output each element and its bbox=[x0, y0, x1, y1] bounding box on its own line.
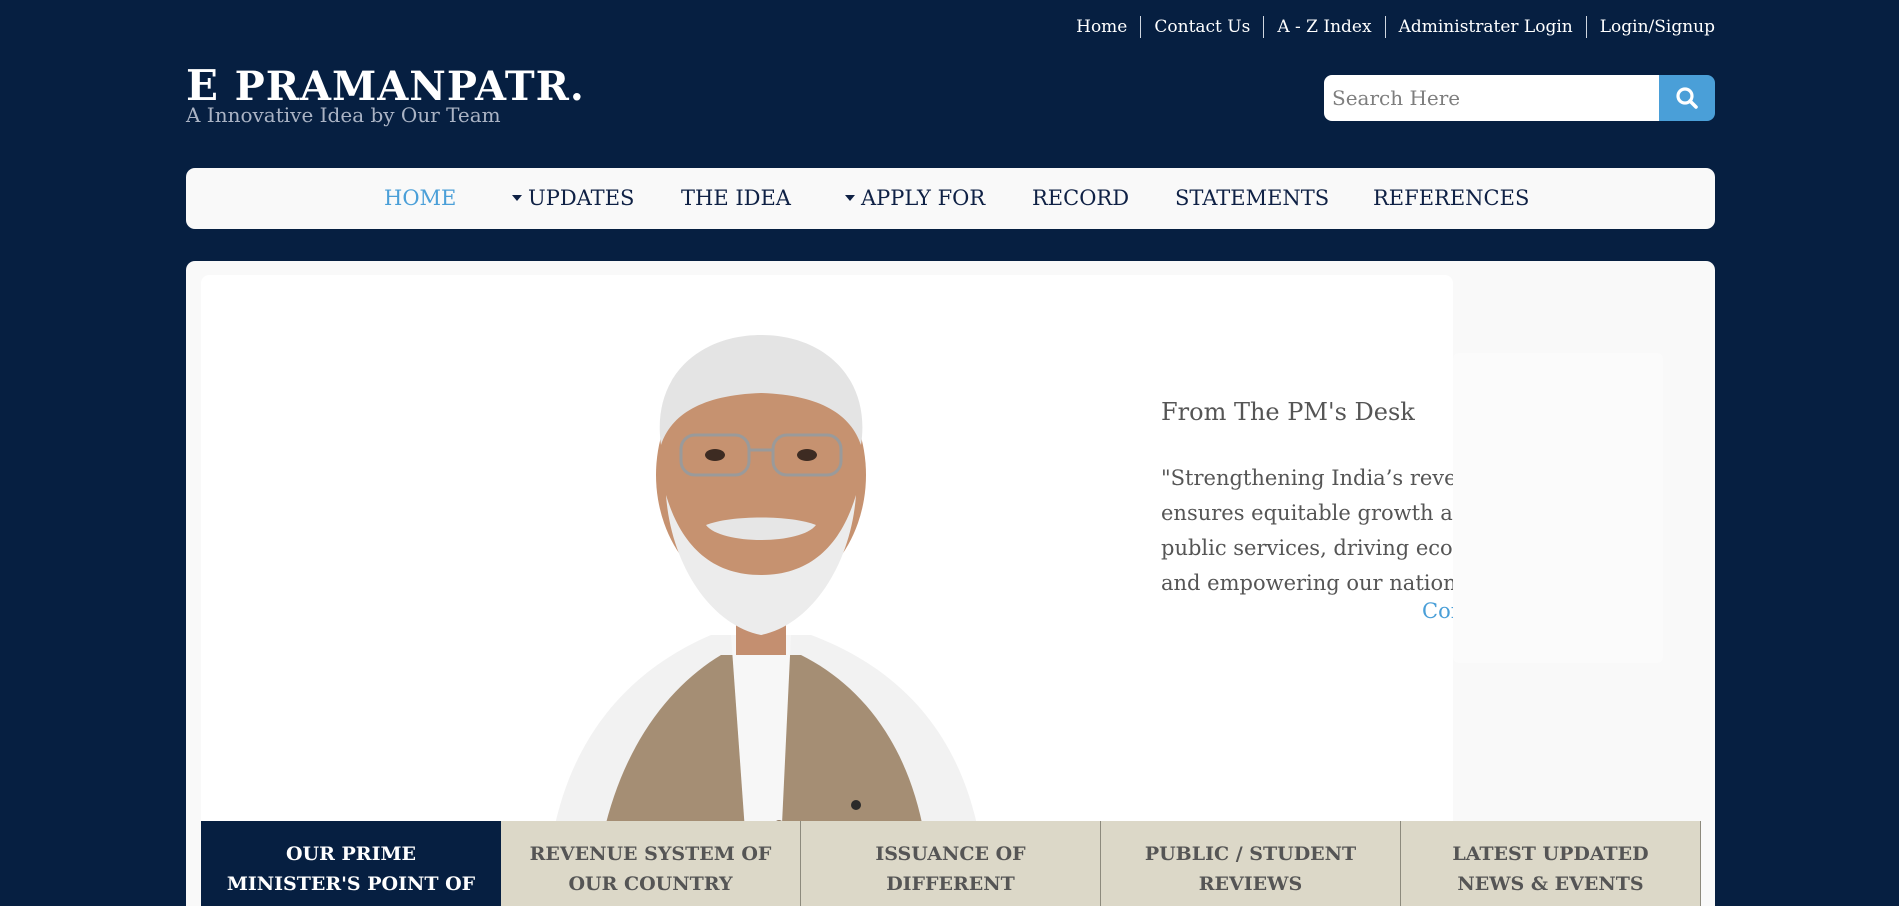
nav-label-home: HOME bbox=[384, 186, 457, 210]
site-logo[interactable]: E PRAMANPATR. A Innovative Idea by Our T… bbox=[186, 58, 585, 127]
tab-label: PUBLIC / STUDENT REVIEWS bbox=[1144, 843, 1357, 895]
nav-label-statements: STATEMENTS bbox=[1175, 186, 1330, 210]
nav-item-statements[interactable]: STATEMENTS bbox=[1175, 168, 1329, 229]
pm-desk-heading: From The PM's Desk bbox=[1161, 398, 1415, 426]
search-input[interactable] bbox=[1324, 75, 1659, 121]
pm-quote-text: "Strengthening India’s revenue systems e… bbox=[1161, 466, 1453, 595]
search-icon bbox=[1676, 87, 1698, 109]
pm-portrait-image bbox=[552, 335, 980, 835]
tab-label: LATEST UPDATED NEWS & EVENTS bbox=[1452, 843, 1649, 895]
top-link-login-signup[interactable]: Login/Signup bbox=[1585, 16, 1715, 38]
continue-reading-link[interactable]: Continue Reading » bbox=[1422, 599, 1453, 623]
nav-item-references[interactable]: REFERENCES bbox=[1373, 168, 1529, 229]
caret-down-icon bbox=[512, 194, 522, 201]
tab-news-events[interactable]: LATEST UPDATED NEWS & EVENTS bbox=[1401, 821, 1701, 906]
top-link-a-z-index[interactable]: A - Z Index bbox=[1263, 16, 1384, 38]
nav-item-record[interactable]: RECORD bbox=[1032, 168, 1129, 229]
nav-label-record: RECORD bbox=[1032, 186, 1130, 210]
featured-slide: From The PM's Desk "Strengthening India’… bbox=[201, 275, 1453, 835]
nav-label-references: REFERENCES bbox=[1373, 186, 1530, 210]
search-bar bbox=[1324, 75, 1715, 121]
tab-revenue-system[interactable]: REVENUE SYSTEM OF OUR COUNTRY bbox=[501, 821, 801, 906]
nav-item-apply-for[interactable]: APPLY FOR bbox=[845, 168, 985, 229]
tab-label: REVENUE SYSTEM OF OUR COUNTRY bbox=[529, 843, 772, 895]
nav-item-updates[interactable]: UPDATES bbox=[512, 168, 634, 229]
quote-panel-bg bbox=[1453, 353, 1663, 663]
tab-reviews[interactable]: PUBLIC / STUDENT REVIEWS bbox=[1101, 821, 1401, 906]
caret-down-icon bbox=[845, 194, 855, 201]
top-link-home[interactable]: Home bbox=[1063, 16, 1140, 38]
featured-section: From The PM's Desk "Strengthening India’… bbox=[186, 261, 1715, 906]
search-button[interactable] bbox=[1659, 75, 1715, 121]
tab-pm-point-of-view[interactable]: OUR PRIME MINISTER'S POINT OF VIEW bbox=[201, 821, 501, 906]
nav-item-home[interactable]: HOME bbox=[384, 168, 456, 229]
nav-item-the-idea[interactable]: THE IDEA bbox=[681, 168, 791, 229]
nav-label-apply-for: APPLY FOR bbox=[861, 186, 986, 210]
tab-certificates[interactable]: ISSUANCE OF DIFFERENT CERTIFICATES bbox=[801, 821, 1101, 906]
tab-label: OUR PRIME MINISTER'S POINT OF VIEW bbox=[226, 843, 476, 906]
top-links: Home Contact Us A - Z Index Administrate… bbox=[1063, 16, 1715, 38]
tab-label: ISSUANCE OF DIFFERENT CERTIFICATES bbox=[870, 843, 1032, 906]
nav-label-the-idea: THE IDEA bbox=[681, 186, 791, 210]
feature-tabs: OUR PRIME MINISTER'S POINT OF VIEW REVEN… bbox=[201, 821, 1701, 906]
main-nav: HOME UPDATES THE IDEA APPLY FOR RECORD S… bbox=[186, 168, 1715, 229]
top-link-contact-us[interactable]: Contact Us bbox=[1140, 16, 1263, 38]
top-link-admin-login[interactable]: Administrater Login bbox=[1384, 16, 1586, 38]
nav-label-updates: UPDATES bbox=[528, 186, 635, 210]
